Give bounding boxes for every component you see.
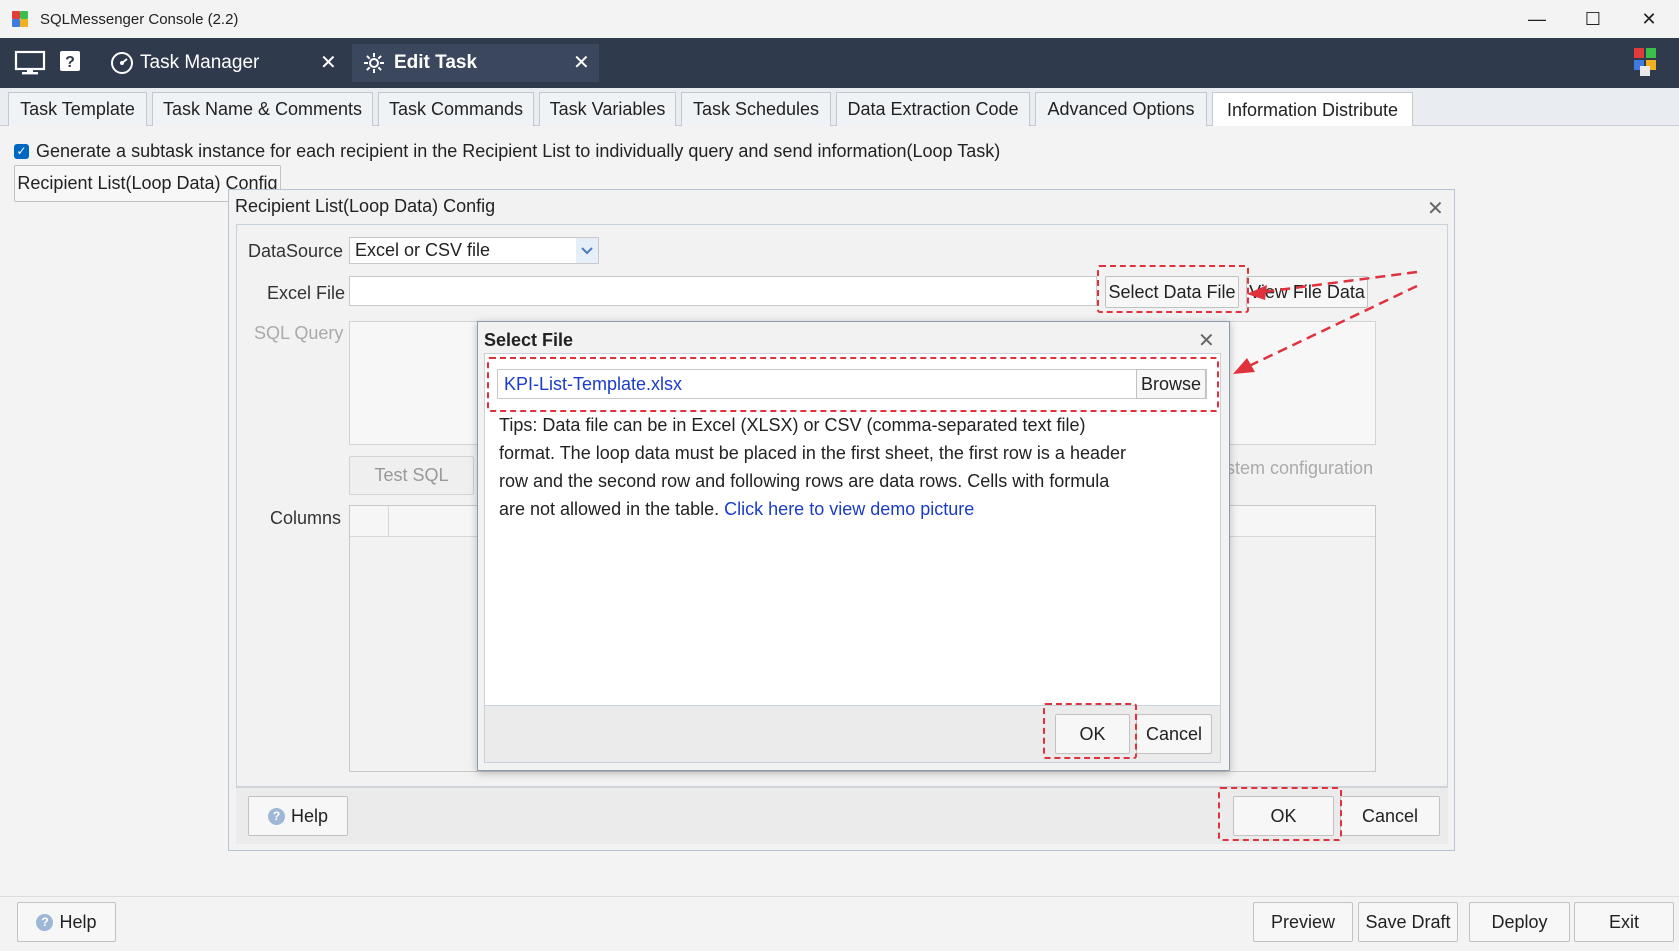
- annotation-highlight-file-input: [487, 357, 1219, 412]
- select-file-dialog-close-icon[interactable]: ✕: [1198, 328, 1215, 353]
- excel-file-input[interactable]: [349, 276, 1097, 306]
- colorful-cubes-icon[interactable]: [1632, 46, 1662, 83]
- tab-task-manager[interactable]: Task Manager: [106, 44, 339, 82]
- help-button-label: Help: [59, 911, 97, 932]
- config-dialog-title: Recipient List(Loop Data) Config: [235, 196, 496, 216]
- gauge-icon: [110, 51, 134, 75]
- tab-task-variables[interactable]: Task Variables: [539, 92, 676, 126]
- annotation-arrows: [1233, 270, 1418, 374]
- app-logo-icon: [10, 9, 30, 29]
- tab-task-name-comments[interactable]: Task Name & Comments: [152, 92, 373, 126]
- datasource-label: DataSource: [248, 241, 344, 261]
- exit-button[interactable]: Exit: [1574, 902, 1674, 942]
- chevron-down-icon[interactable]: [576, 238, 598, 263]
- config-help-label: Help: [290, 805, 329, 826]
- minimize-button[interactable]: —: [1509, 0, 1565, 38]
- tab-information-distribute[interactable]: Information Distribute: [1212, 92, 1413, 127]
- excel-file-label: Excel File: [267, 283, 346, 303]
- save-draft-button[interactable]: Save Draft: [1358, 902, 1458, 942]
- gear-icon: [362, 51, 386, 75]
- maximize-button[interactable]: ☐: [1565, 0, 1621, 38]
- system-configuration-text: stem configuration: [1226, 458, 1374, 478]
- close-tab-task-manager-icon[interactable]: ✕: [320, 50, 337, 75]
- datasource-value: Excel or CSV file: [355, 240, 491, 260]
- tab-task-schedules[interactable]: Task Schedules: [681, 92, 831, 126]
- svg-text:?: ?: [65, 54, 75, 71]
- deploy-button[interactable]: Deploy: [1469, 902, 1570, 942]
- loop-task-checkbox-row[interactable]: ✓ Generate a subtask instance for each r…: [14, 141, 1000, 162]
- content-tab-row: Task Template Task Name & Comments Task …: [0, 88, 1679, 127]
- test-sql-button[interactable]: Test SQL: [349, 456, 474, 495]
- columns-label: Columns: [270, 508, 342, 528]
- help-icon[interactable]: ?: [59, 50, 81, 77]
- help-circle-icon: ?: [36, 913, 54, 931]
- config-cancel-button[interactable]: Cancel: [1340, 796, 1440, 836]
- loop-task-checkbox[interactable]: ✓: [14, 144, 29, 159]
- loop-task-label: Generate a subtask instance for each rec…: [36, 141, 1001, 161]
- demo-picture-link[interactable]: Click here to view demo picture: [724, 499, 974, 519]
- select-file-dialog-title: Select File: [484, 330, 574, 350]
- help-button[interactable]: ? Help: [17, 902, 116, 942]
- preview-button[interactable]: Preview: [1253, 902, 1353, 942]
- annotation-highlight-config-ok: [1218, 787, 1342, 841]
- select-file-cancel-button[interactable]: Cancel: [1136, 714, 1212, 754]
- tab-edit-task[interactable]: Edit Task: [352, 44, 599, 82]
- tab-task-template[interactable]: Task Template: [8, 92, 147, 126]
- nav-bar: ? Task Manager ✕ Edit Task ✕: [0, 38, 1679, 88]
- tab-task-manager-label: Task Manager: [140, 52, 260, 73]
- tips-text-block: Tips: Data file can be in Excel (XLSX) o…: [499, 411, 1139, 523]
- window-title: SQLMessenger Console (2.2): [40, 10, 239, 28]
- tab-task-commands[interactable]: Task Commands: [378, 92, 534, 126]
- close-tab-edit-task-icon[interactable]: ✕: [573, 50, 590, 75]
- tab-data-extraction-code[interactable]: Data Extraction Code: [836, 92, 1030, 126]
- sql-query-label: SQL Query: [254, 323, 344, 343]
- tab-advanced-options[interactable]: Advanced Options: [1035, 92, 1207, 126]
- close-window-button[interactable]: ✕: [1621, 0, 1677, 38]
- annotation-highlight-select-file-ok: [1043, 703, 1137, 759]
- config-dialog-close-icon[interactable]: ✕: [1427, 196, 1444, 221]
- help-circle-icon: ?: [267, 807, 285, 825]
- monitor-icon[interactable]: [14, 50, 46, 81]
- tab-edit-task-label: Edit Task: [394, 52, 478, 73]
- datasource-select[interactable]: Excel or CSV file: [349, 237, 599, 264]
- title-bar: SQLMessenger Console (2.2): [0, 0, 1679, 38]
- config-help-button[interactable]: ? Help: [248, 796, 348, 836]
